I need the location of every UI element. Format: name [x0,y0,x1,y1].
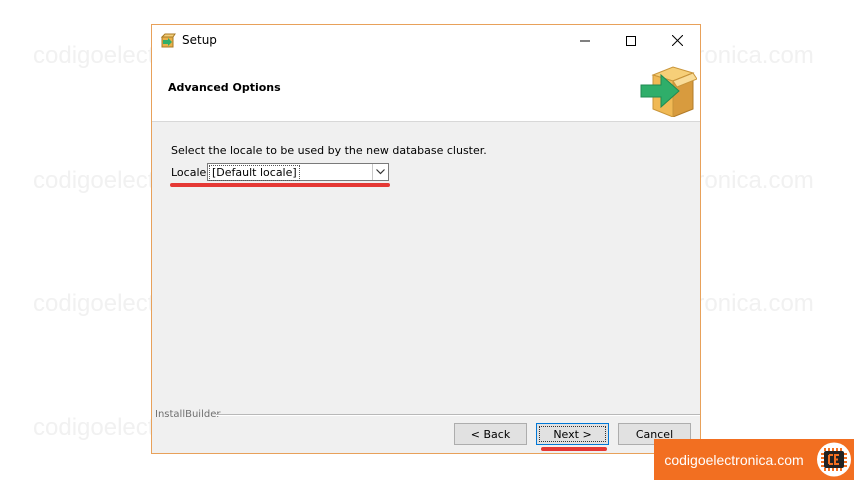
window-title: Setup [182,33,217,47]
chip-ce-icon [814,439,854,480]
installbuilder-label: InstallBuilder [155,409,221,420]
highlight-underline [170,183,390,187]
next-button[interactable]: Next > [536,423,609,445]
footer-divider [216,414,700,416]
setup-app-icon [160,32,176,48]
chevron-down-icon[interactable] [372,164,388,180]
wizard-header: Advanced Options [152,55,700,122]
maximize-button[interactable] [608,25,654,55]
locale-description: Select the locale to be used by the new … [171,144,487,157]
close-icon [671,31,683,50]
install-box-arrow-icon [639,59,698,118]
brand-banner: codigoelectronica.com [654,439,814,480]
setup-window: Setup Advanced Options Select the locale… [151,24,701,454]
title-bar[interactable]: Setup [152,25,700,55]
wizard-body: Select the locale to be used by the new … [152,122,700,453]
back-button[interactable]: < Back [454,423,527,445]
maximize-icon [626,31,636,50]
close-button[interactable] [654,25,700,55]
highlight-underline [541,447,607,451]
minimize-button[interactable] [562,25,608,55]
locale-dropdown[interactable]: [Default locale] [207,163,389,181]
page-title: Advanced Options [168,81,281,94]
locale-label: Locale [171,166,207,179]
locale-selected-value: [Default locale] [209,165,300,181]
minimize-icon [580,31,590,50]
